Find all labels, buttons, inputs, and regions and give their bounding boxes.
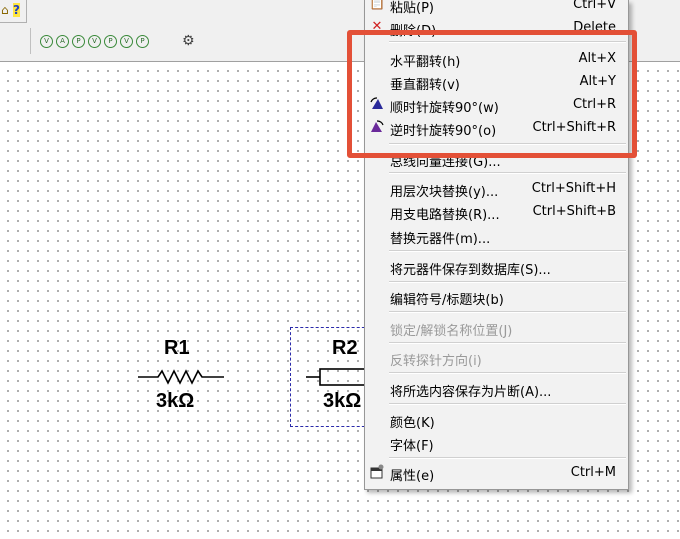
menu-separator [389,250,626,252]
power-probe-icon[interactable]: P [72,35,85,48]
menu-item-properties[interactable]: 属性(e) Ctrl+M [365,462,628,484]
menu-separator [389,403,626,405]
differential-voltage-probe-icon[interactable]: V [88,35,101,48]
resistor-r1-value[interactable]: 3kΩ [156,390,194,413]
current-probe-icon[interactable]: A [56,35,69,48]
menu-item-paste[interactable]: 📋 粘贴(P) Ctrl+V [365,0,628,16]
menu-item-replace-subcircuit[interactable]: 用支电路替换(R)... Ctrl+Shift+B [365,201,628,223]
menu-item-save-to-database[interactable]: 将元器件保存到数据库(S)... [365,256,628,278]
menu-item-font[interactable]: 字体(F) [365,432,628,454]
toolbar-group-left [0,28,31,54]
menu-item-replace-hierarchical-block[interactable]: 用层次块替换(y)... Ctrl+Shift+H [365,178,628,200]
simulation-toolbar: V A P V P V P [40,35,149,48]
menu-item-edit-symbol[interactable]: 编辑符号/标题块(b) [365,286,628,308]
menu-separator [389,172,626,174]
resistor-r1-ref[interactable]: R1 [164,337,190,360]
toolbar-group-top: ⌂ ? [0,0,27,23]
menu-item-replace-component[interactable]: 替换元器件(m)... [365,225,628,247]
gear-icon[interactable]: ⚙ [182,33,195,49]
menu-item-reverse-probe: 反转探针方向(i) [390,354,482,369]
voltage-probe-icon[interactable]: V [40,35,53,48]
reference-probe-icon[interactable]: V [120,35,133,48]
resistor-r2-ref[interactable]: R2 [332,337,358,360]
menu-separator [389,342,626,344]
paste-icon: 📋 [369,0,386,11]
highlight-box [347,30,637,158]
menu-item-lock-name-position: 锁定/解锁名称位置(J) [390,324,513,339]
menu-item-save-as-snippet[interactable]: 将所选内容保存为片断(A)... [365,378,628,400]
menu-item-color[interactable]: 颜色(K) [365,409,628,431]
digital-probe-icon[interactable]: P [136,35,149,48]
menu-separator [389,372,626,374]
menu-separator [389,457,626,459]
help-icon[interactable]: ? [13,3,20,17]
voltage-current-probe-icon[interactable]: P [104,35,117,48]
resistor-r1-symbol[interactable] [138,369,224,385]
lock-icon[interactable]: ⌂ [1,3,9,17]
resistor-r2-value[interactable]: 3kΩ [323,390,361,413]
menu-separator [389,311,626,313]
menu-separator [389,281,626,283]
properties-icon [369,464,385,480]
